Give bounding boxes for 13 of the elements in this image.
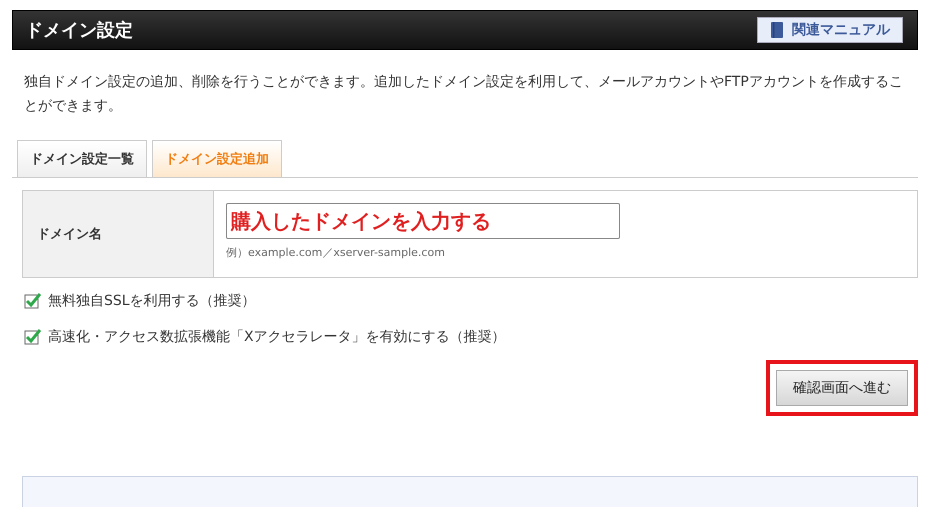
domain-input-field[interactable]: 購入したドメインを入力する (226, 203, 620, 239)
description-text: 独自ドメイン設定の追加、削除を行うことができます。追加したドメイン設定を利用して、メールアカウントやFTPアカウントを作成することができます。 (24, 73, 904, 116)
manual-button[interactable]: 関連マニュアル (757, 17, 903, 43)
book-icon (770, 21, 784, 39)
example-hint: 例）example.com／xserver-sample.com (226, 245, 446, 260)
tab[interactable]: ドメイン設定一覧 (17, 140, 147, 177)
option-label: 高速化・アクセス数拡張機能「Xアクセラレータ」を有効にする（推奨） (48, 328, 506, 346)
confirm-button[interactable]: 確認画面へ進む (776, 370, 908, 406)
option-label: 無料独自SSLを利用する（推奨） (48, 292, 256, 310)
field-label: ドメイン名 (23, 191, 214, 277)
checkbox[interactable] (24, 328, 42, 346)
page-title: ドメイン設定 (25, 19, 133, 42)
checkbox[interactable] (24, 292, 42, 310)
